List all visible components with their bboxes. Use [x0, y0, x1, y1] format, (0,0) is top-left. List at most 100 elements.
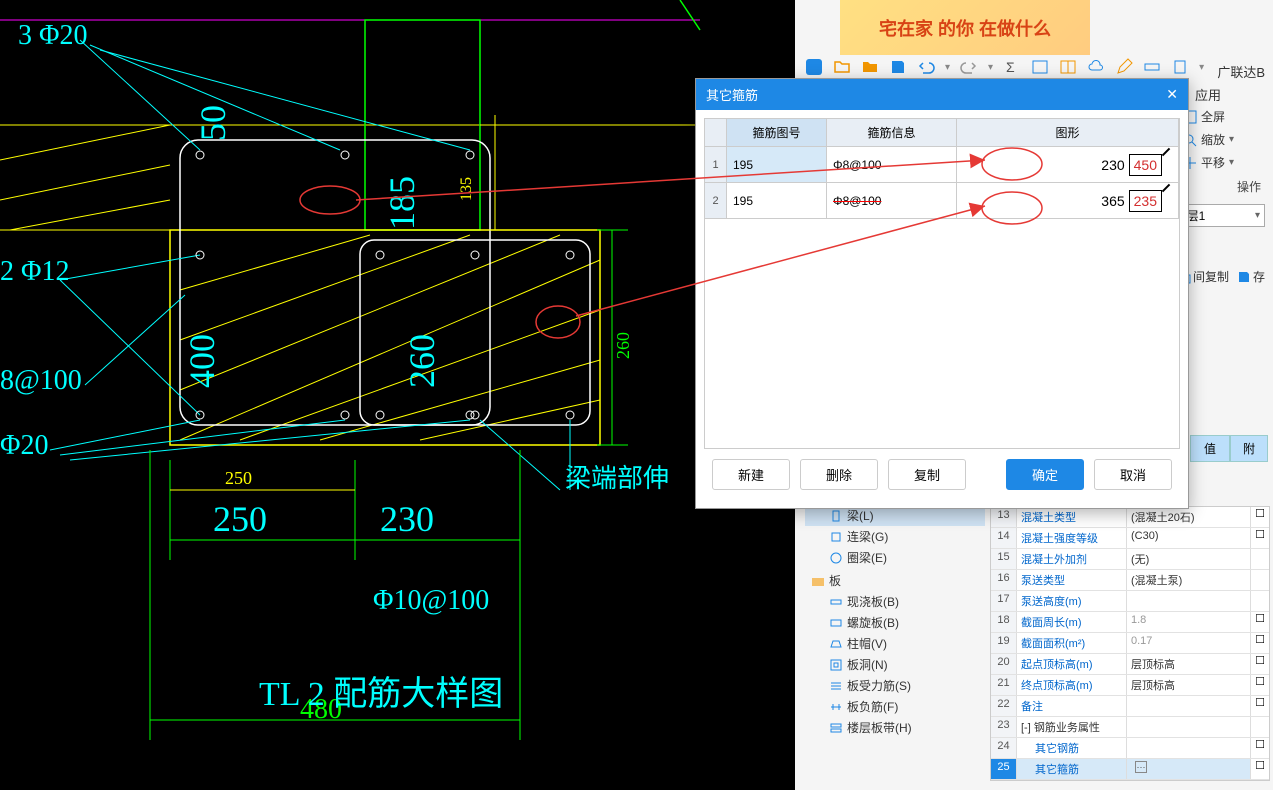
prop-val[interactable]: ⋯ — [1127, 759, 1251, 779]
tree-item-slab-neg-rebar[interactable]: 板负筋(F) — [805, 696, 985, 717]
copy-button[interactable]: 复制 — [888, 459, 966, 490]
tree-item-slab-rebar[interactable]: 板受力筋(S) — [805, 675, 985, 696]
prop-check[interactable] — [1251, 717, 1269, 737]
property-table[interactable]: 13混凝土类型(混凝土20石)☐14混凝土强度等级(C30)☐15混凝土外加剂(… — [990, 506, 1270, 781]
cell-shape[interactable]: 230 450 — [957, 147, 1179, 182]
property-row[interactable]: 16泵送类型(混凝土泵) — [991, 570, 1269, 591]
undo-icon[interactable] — [917, 58, 935, 76]
ok-button[interactable]: 确定 — [1006, 459, 1084, 490]
open-icon[interactable] — [833, 58, 851, 76]
cloud-icon[interactable] — [1087, 58, 1105, 76]
col-stirrup-code[interactable]: 箍筋图号 — [727, 119, 827, 146]
prop-val[interactable]: 1.8 — [1127, 612, 1251, 632]
property-row[interactable]: 21终点顶标高(m)层顶标高☐ — [991, 675, 1269, 696]
col-stirrup-info[interactable]: 箍筋信息 — [827, 119, 957, 146]
cancel-button[interactable]: 取消 — [1094, 459, 1172, 490]
tree-item-cast-slab[interactable]: 现浇板(B) — [805, 591, 985, 612]
zoom-button[interactable]: 缩放 ▾ — [1183, 128, 1267, 151]
prop-val[interactable] — [1127, 591, 1251, 611]
property-row[interactable]: 13混凝土类型(混凝土20石)☐ — [991, 507, 1269, 528]
property-row[interactable]: 23[-] 钢筋业务属性 — [991, 717, 1269, 738]
prop-val[interactable]: (混凝土20石) — [1127, 507, 1251, 527]
menu-app[interactable]: 应用 — [1195, 85, 1221, 104]
prop-check[interactable] — [1251, 570, 1269, 590]
col-shape[interactable]: 图形 — [957, 119, 1179, 146]
folder-icon[interactable] — [861, 58, 879, 76]
app-icon[interactable] — [805, 58, 823, 76]
cell-code[interactable]: 195 — [727, 147, 827, 182]
prop-val[interactable]: 层顶标高 — [1127, 675, 1251, 695]
redo-icon[interactable] — [960, 58, 978, 76]
tree-item-slab-hole[interactable]: 板洞(N) — [805, 654, 985, 675]
prop-val[interactable]: 层顶标高 — [1127, 654, 1251, 674]
tree-group-board[interactable]: 板 — [805, 568, 985, 591]
prop-num: 13 — [991, 507, 1017, 527]
property-row[interactable]: 19截面面积(m²)0.17☐ — [991, 633, 1269, 654]
edit-icon[interactable] — [1115, 58, 1133, 76]
prop-check[interactable]: ☐ — [1251, 738, 1269, 758]
tree-item-ring-beam[interactable]: 圈梁(E) — [805, 547, 985, 568]
fullscreen-button[interactable]: 全屏 — [1183, 105, 1267, 128]
save-icon[interactable] — [889, 58, 907, 76]
prop-header-value: 值 — [1190, 435, 1230, 462]
undo-dd-icon[interactable]: ▾ — [945, 62, 950, 73]
cell-info[interactable]: Φ8@100 — [827, 147, 957, 182]
close-icon[interactable]: ✕ — [1166, 86, 1178, 103]
property-row[interactable]: 14混凝土强度等级(C30)☐ — [991, 528, 1269, 549]
prop-check[interactable] — [1251, 591, 1269, 611]
table-icon[interactable] — [1059, 58, 1077, 76]
property-row[interactable]: 17泵送高度(m) — [991, 591, 1269, 612]
tree-item-floor-strip[interactable]: 楼层板带(H) — [805, 717, 985, 738]
prop-check[interactable]: ☐ — [1251, 759, 1269, 779]
prop-val[interactable] — [1127, 738, 1251, 758]
tree-item-coupling-beam[interactable]: 连梁(G) — [805, 526, 985, 547]
cell-shape[interactable]: 365 235 — [957, 183, 1179, 218]
prop-val[interactable] — [1127, 717, 1251, 737]
layers-icon[interactable] — [1031, 58, 1049, 76]
prop-val[interactable]: (无) — [1127, 549, 1251, 569]
prop-check[interactable]: ☐ — [1251, 696, 1269, 716]
paste-icon[interactable] — [1171, 58, 1189, 76]
property-row[interactable]: 15混凝土外加剂(无) — [991, 549, 1269, 570]
delete-button[interactable]: 删除 — [800, 459, 878, 490]
beam-end-label: 梁端部伸 — [565, 458, 669, 495]
cell-code[interactable]: 195 — [727, 183, 827, 218]
property-row[interactable]: 20起点顶标高(m)层顶标高☐ — [991, 654, 1269, 675]
quick-toolbar: ▾ ▾ Σ ▾ — [805, 58, 1204, 76]
dim-250: 250 — [213, 498, 267, 540]
cell-info[interactable]: Φ8@100 — [827, 183, 957, 218]
prop-check[interactable]: ☐ — [1251, 507, 1269, 527]
prop-check[interactable]: ☐ — [1251, 528, 1269, 548]
save-button[interactable]: 存 — [1237, 268, 1265, 285]
edit-icon[interactable]: ⋯ — [1135, 761, 1147, 773]
new-button[interactable]: 新建 — [712, 459, 790, 490]
prop-check[interactable]: ☐ — [1251, 612, 1269, 632]
property-row[interactable]: 22备注☐ — [991, 696, 1269, 717]
dialog-titlebar[interactable]: 其它箍筋 ✕ — [696, 79, 1188, 110]
neg-rebar-icon — [829, 700, 843, 714]
ad-banner[interactable]: 宅在家 的你 在做什么 — [840, 0, 1090, 55]
property-row[interactable]: 25其它箍筋⋯☐ — [991, 759, 1269, 780]
grid-row-1[interactable]: 1 195 Φ8@100 230 450 — [704, 147, 1180, 183]
prop-val[interactable]: (混凝土泵) — [1127, 570, 1251, 590]
prop-val[interactable] — [1127, 696, 1251, 716]
redo-dd-icon[interactable]: ▾ — [988, 62, 993, 73]
prop-check[interactable]: ☐ — [1251, 654, 1269, 674]
paste-dd-icon[interactable]: ▾ — [1199, 62, 1204, 73]
cad-drawing-area[interactable]: 3 Φ20 2 Φ12 8@100 Φ20 50 185 135 400 260… — [0, 0, 795, 790]
prop-check[interactable]: ☐ — [1251, 633, 1269, 653]
prop-check[interactable] — [1251, 549, 1269, 569]
rebar-icon — [829, 679, 843, 693]
ruler-icon[interactable] — [1143, 58, 1161, 76]
sigma-icon[interactable]: Σ — [1003, 58, 1021, 76]
prop-check[interactable]: ☐ — [1251, 675, 1269, 695]
grid-row-2[interactable]: 2 195 Φ8@100 365 235 — [704, 183, 1180, 219]
property-row[interactable]: 24其它钢筋☐ — [991, 738, 1269, 759]
property-row[interactable]: 18截面周长(m)1.8☐ — [991, 612, 1269, 633]
pan-button[interactable]: 平移 ▾ — [1183, 151, 1267, 174]
tree-item-column-cap[interactable]: 柱帽(V) — [805, 633, 985, 654]
prop-val[interactable]: 0.17 — [1127, 633, 1251, 653]
label-phi10at100: Φ10@100 — [373, 585, 489, 617]
prop-val[interactable]: (C30) — [1127, 528, 1251, 548]
tree-item-spiral-slab[interactable]: 螺旋板(B) — [805, 612, 985, 633]
